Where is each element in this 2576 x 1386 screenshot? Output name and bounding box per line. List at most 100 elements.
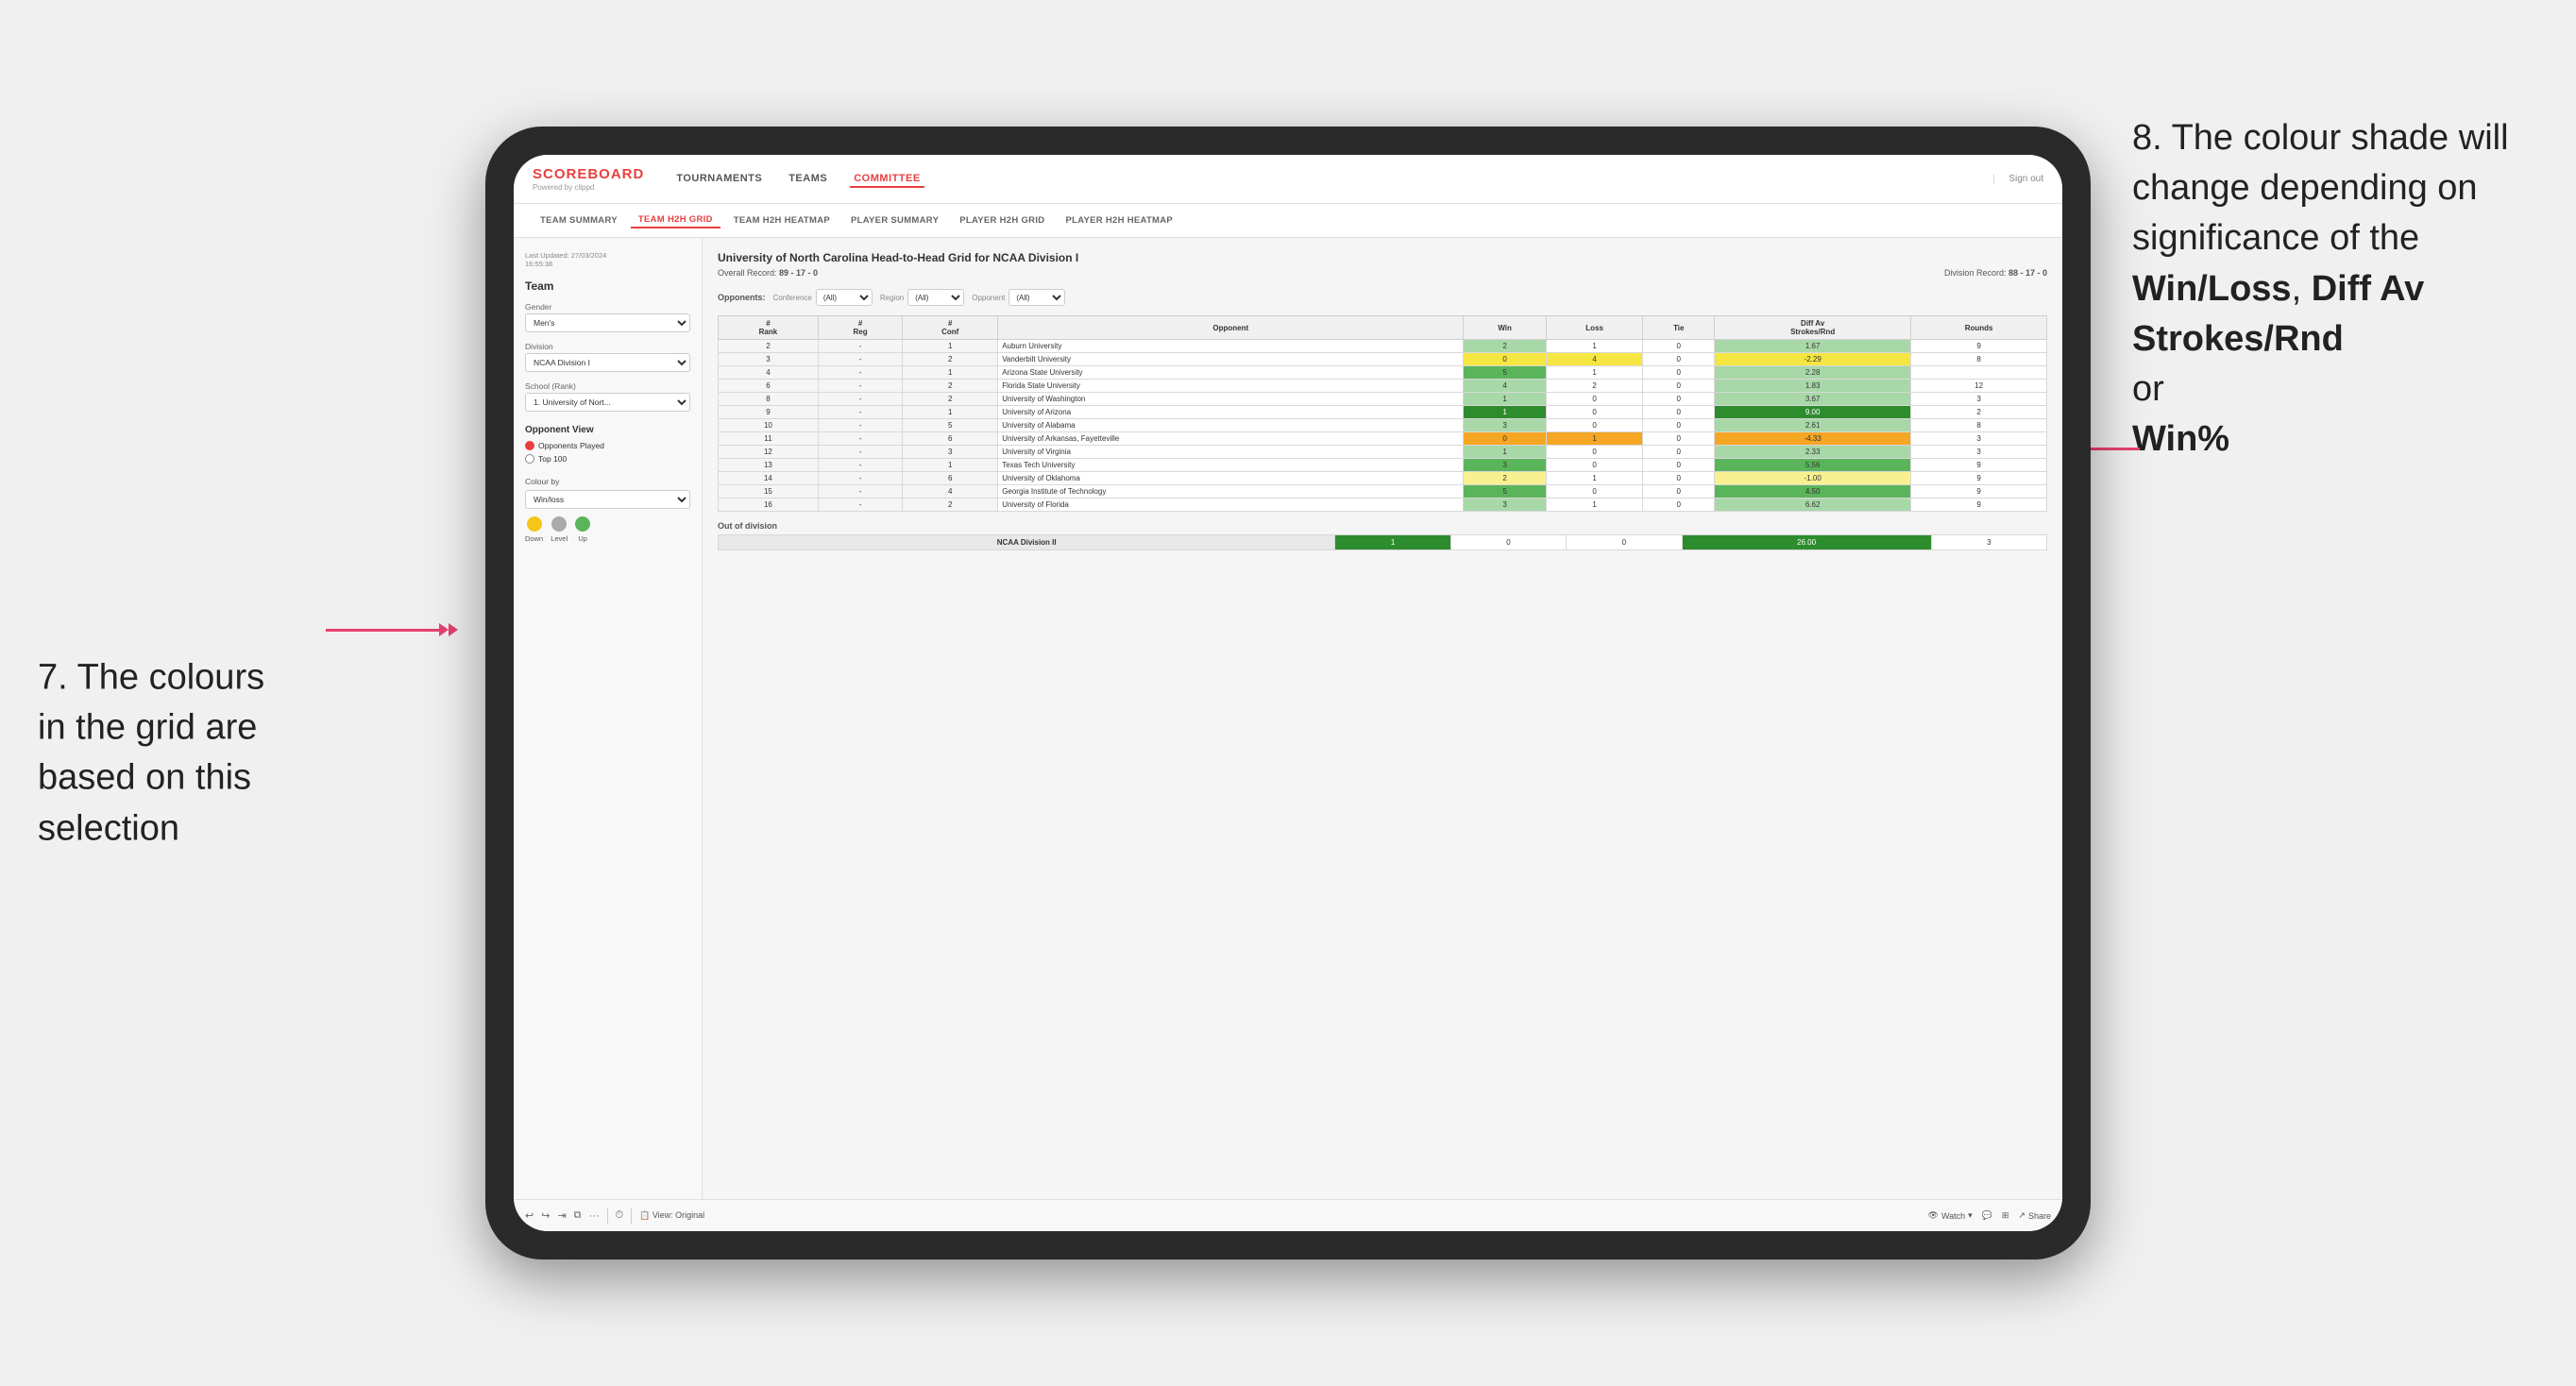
col-loss: Loss (1546, 316, 1643, 340)
col-rank: #Rank (719, 316, 819, 340)
forward-icon[interactable]: ⇥ (557, 1209, 566, 1222)
radio-opponents-played[interactable]: Opponents Played (525, 441, 690, 450)
sidebar: Last Updated: 27/03/2024 16:55:38 Team G… (514, 238, 703, 1199)
table-header-row: #Rank #Reg #Conf Opponent Win Loss Tie D… (719, 316, 2047, 340)
comment-icon[interactable]: 💬 (1982, 1210, 1992, 1221)
grid-title: University of North Carolina Head-to-Hea… (718, 251, 2047, 264)
col-tie: Tie (1643, 316, 1715, 340)
top-nav: SCOREBOARD Powered by clippd TOURNAMENTS… (514, 155, 2062, 204)
nav-tournaments[interactable]: TOURNAMENTS (672, 171, 766, 188)
redo-icon[interactable]: ↪ (541, 1209, 550, 1222)
opponent-filter: Opponent (All) (972, 289, 1065, 306)
last-updated: Last Updated: 27/03/2024 16:55:38 (525, 251, 690, 268)
radio-dot-opponents (525, 441, 534, 450)
table-row: 11 - 6 University of Arkansas, Fayettevi… (719, 432, 2047, 446)
opponent-select[interactable]: (All) (1008, 289, 1065, 306)
filter-row: Opponents: Conference (All) Region (All)… (718, 289, 2047, 306)
table-row: 2 - 1 Auburn University 2 1 0 1.67 9 (719, 340, 2047, 353)
table-row: 3 - 2 Vanderbilt University 0 4 0 -2.29 … (719, 353, 2047, 366)
col-conf: #Conf (903, 316, 998, 340)
nav-committee[interactable]: COMMITTEE (850, 171, 924, 188)
conference-select[interactable]: (All) (816, 289, 873, 306)
conference-filter: Conference (All) (773, 289, 873, 306)
col-rounds: Rounds (1911, 316, 2047, 340)
col-diff: Diff AvStrokes/Rnd (1715, 316, 1911, 340)
division-select[interactable]: NCAA Division I (525, 353, 690, 372)
gender-select[interactable]: Men's (525, 313, 690, 332)
annotation-left: 7. The colours in the grid are based on … (38, 652, 302, 854)
main-content: Last Updated: 27/03/2024 16:55:38 Team G… (514, 238, 2062, 1199)
toolbar-sep2 (631, 1209, 632, 1224)
down-dot (527, 516, 542, 532)
table-row: 16 - 2 University of Florida 3 1 0 6.62 … (719, 499, 2047, 512)
radio-dot-top100 (525, 454, 534, 464)
bottom-toolbar: ↩ ↪ ⇥ ⧉ ··· ⏱ 📋 View: Original 👁 Watch ▾… (514, 1199, 2062, 1231)
legend-down: Down (525, 516, 543, 543)
col-win: Win (1464, 316, 1546, 340)
sign-out[interactable]: Sign out (1993, 174, 2043, 184)
tablet-frame: SCOREBOARD Powered by clippd TOURNAMENTS… (485, 127, 2091, 1259)
grid-subtitle: Overall Record: 89 - 17 - 0 Division Rec… (718, 268, 2047, 278)
watch-button[interactable]: 👁 Watch ▾ (1928, 1210, 1973, 1221)
filter-opponents-label: Opponents: (718, 293, 766, 302)
table-row: 12 - 3 University of Virginia 1 0 0 2.33… (719, 446, 2047, 459)
copy-icon[interactable]: ⧉ (574, 1209, 582, 1222)
table-row: 8 - 2 University of Washington 1 0 0 3.6… (719, 393, 2047, 406)
table-row: 9 - 1 University of Arizona 1 0 0 9.00 2 (719, 406, 2047, 419)
colour-legend: Down Level Up (525, 516, 690, 543)
more-icon[interactable]: ··· (589, 1210, 600, 1222)
sub-tab-team-summary[interactable]: TEAM SUMMARY (533, 213, 625, 228)
grid-area: University of North Carolina Head-to-Hea… (703, 238, 2062, 1199)
col-opponent: Opponent (998, 316, 1464, 340)
out-of-division-label: Out of division (718, 521, 2047, 531)
clock-icon[interactable]: ⏱ (616, 1209, 624, 1222)
sub-tab-team-h2h-grid[interactable]: TEAM H2H GRID (631, 212, 720, 228)
toolbar-sep1 (607, 1209, 608, 1224)
view-label: 📋 View: Original (639, 1210, 704, 1221)
sub-tab-player-h2h-heatmap[interactable]: PLAYER H2H HEATMAP (1058, 213, 1180, 228)
share-button[interactable]: ↗ Share (2018, 1210, 2051, 1221)
table-row: 15 - 4 Georgia Institute of Technology 5… (719, 485, 2047, 499)
school-select[interactable]: 1. University of Nort... (525, 393, 690, 412)
sub-nav: TEAM SUMMARY TEAM H2H GRID TEAM H2H HEAT… (514, 204, 2062, 238)
toolbar-right: 👁 Watch ▾ 💬 ⊞ ↗ Share (1928, 1210, 2051, 1221)
radio-top100[interactable]: Top 100 (525, 454, 690, 464)
table-row: 10 - 5 University of Alabama 3 0 0 2.61 … (719, 419, 2047, 432)
grid-icon[interactable]: ⊞ (2002, 1210, 2009, 1221)
col-reg: #Reg (818, 316, 902, 340)
logo-text: SCOREBOARD (533, 166, 644, 182)
annotation-right: 8. The colour shade will change dependin… (2132, 113, 2548, 465)
logo-area: SCOREBOARD Powered by clippd (533, 166, 644, 192)
undo-icon[interactable]: ↩ (525, 1209, 534, 1222)
table-row: 13 - 1 Texas Tech University 3 0 0 5.56 … (719, 459, 2047, 472)
division-label: Division (525, 342, 690, 351)
level-dot (551, 516, 567, 532)
legend-up: Up (575, 516, 590, 543)
division-record: Division Record: 88 - 17 - 0 (1944, 268, 2047, 278)
up-dot (575, 516, 590, 532)
out-of-division-table: NCAA Division II 1 0 0 26.00 3 (718, 534, 2047, 550)
nav-links: TOURNAMENTS TEAMS COMMITTEE (672, 171, 1993, 188)
table-row: 4 - 1 Arizona State University 5 1 0 2.2… (719, 366, 2047, 380)
region-select[interactable]: (All) (907, 289, 964, 306)
out-division-row: NCAA Division II 1 0 0 26.00 3 (719, 535, 2047, 550)
data-table: #Rank #Reg #Conf Opponent Win Loss Tie D… (718, 315, 2047, 512)
sub-tab-player-h2h-grid[interactable]: PLAYER H2H GRID (952, 213, 1052, 228)
logo-sub: Powered by clippd (533, 183, 644, 192)
legend-level: Level (551, 516, 568, 543)
tablet-screen: SCOREBOARD Powered by clippd TOURNAMENTS… (514, 155, 2062, 1231)
overall-record: Overall Record: 89 - 17 - 0 (718, 268, 818, 278)
region-filter: Region (All) (880, 289, 964, 306)
table-row: 6 - 2 Florida State University 4 2 0 1.8… (719, 380, 2047, 393)
sub-tab-player-summary[interactable]: PLAYER SUMMARY (843, 213, 946, 228)
sub-tab-team-h2h-heatmap[interactable]: TEAM H2H HEATMAP (726, 213, 838, 228)
table-row: 14 - 6 University of Oklahoma 2 1 0 -1.0… (719, 472, 2047, 485)
opponent-view-title: Opponent View (525, 425, 690, 435)
team-section-title: Team (525, 279, 690, 293)
left-annotation-arrow (326, 623, 458, 636)
nav-teams[interactable]: TEAMS (785, 171, 831, 188)
colour-by-label: Colour by (525, 477, 690, 486)
colour-by-select[interactable]: Win/loss (525, 490, 690, 509)
gender-label: Gender (525, 302, 690, 312)
school-label: School (Rank) (525, 381, 690, 391)
